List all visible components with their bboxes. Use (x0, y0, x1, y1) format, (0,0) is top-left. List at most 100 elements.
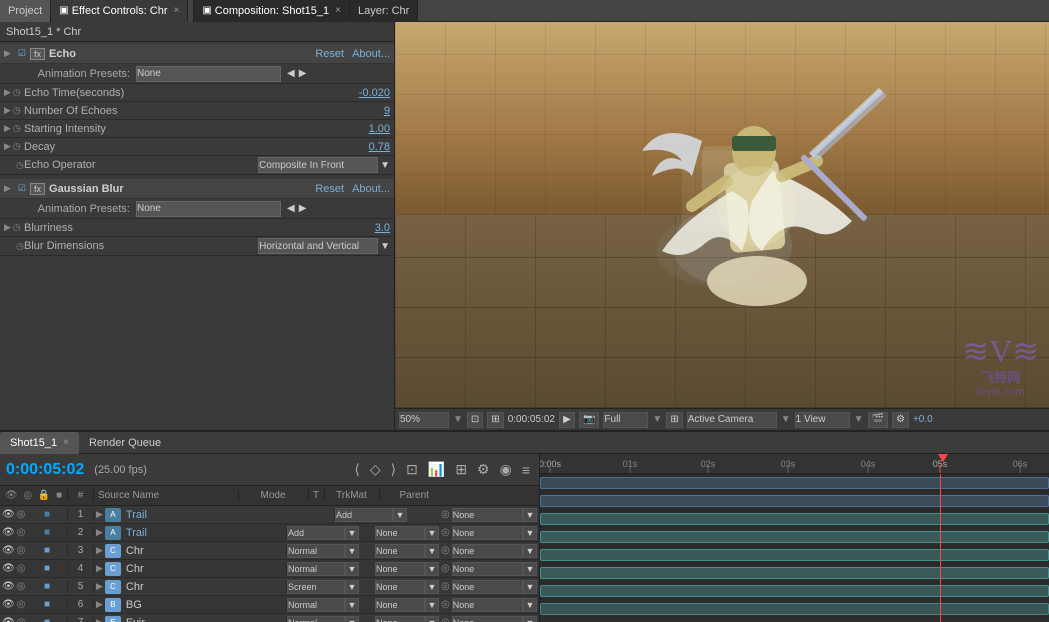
layer-7-eye[interactable]: 👁 (2, 617, 14, 622)
layer-4-parent-btn[interactable]: ▼ (523, 562, 537, 576)
layer-6-solo[interactable]: ◎ (15, 599, 27, 610)
gaussian-anim-presets-select[interactable]: None (136, 201, 281, 217)
blur-dims-select[interactable]: Horizontal and Vertical (258, 238, 378, 254)
layer-2-expand[interactable]: ▶ (96, 527, 103, 538)
layer-1-name[interactable]: Trail (124, 509, 335, 521)
layer-4-solo[interactable]: ◎ (15, 563, 27, 574)
layer-6-parent-link[interactable]: ◎ (441, 599, 450, 610)
comp-camera-select[interactable]: Active Camera (687, 412, 777, 428)
gaussian-anim-prev[interactable]: ◀ (285, 203, 297, 214)
layer-3-trkmat[interactable]: None (375, 544, 425, 558)
layer-5-eye[interactable]: 👁 (2, 581, 14, 592)
gaussian-enable-checkbox[interactable]: ☑ (18, 183, 26, 194)
comp-region-btn[interactable]: ⊞ (487, 412, 503, 428)
layer-7-mode-btn[interactable]: ▼ (345, 616, 359, 622)
echo-decay-stopwatch[interactable]: ◷ (13, 141, 21, 152)
layer-5-label[interactable]: ■ (41, 581, 53, 592)
layer-1-parent-link[interactable]: ◎ (441, 509, 450, 520)
layer-1-eye[interactable]: 👁 (2, 509, 14, 520)
tab-layer[interactable]: Layer: Chr (350, 0, 418, 22)
echo-time-expand[interactable]: ▶ (4, 87, 11, 98)
layer-1-solo[interactable]: ◎ (15, 509, 27, 520)
echo-expand[interactable]: ▶ (4, 48, 11, 59)
layer-5-trkmat-btn[interactable]: ▼ (425, 580, 439, 594)
layer-5-mode[interactable]: Screen (287, 580, 345, 594)
layer-7-mode[interactable]: Normal (287, 616, 345, 622)
layer-3-expand[interactable]: ▶ (96, 545, 103, 556)
layer-4-name[interactable]: Chr (124, 563, 287, 575)
layer-6-parent-btn[interactable]: ▼ (523, 598, 537, 612)
layer-7-solo[interactable]: ◎ (15, 617, 27, 622)
comp-snapshot-btn[interactable]: 📷 (579, 412, 599, 428)
layer-2-parent-select[interactable]: None (452, 526, 523, 540)
layer-4-label[interactable]: ■ (41, 563, 53, 574)
echo-decay-value[interactable]: 0.78 (369, 141, 390, 153)
tab-render-queue[interactable]: Render Queue (79, 432, 171, 454)
echo-decay-expand[interactable]: ▶ (4, 141, 11, 152)
comp-play-btn[interactable]: ▶ (559, 412, 575, 428)
echo-starting-expand[interactable]: ▶ (4, 123, 11, 134)
blurriness-expand[interactable]: ▶ (4, 222, 11, 233)
tab-effect-controls[interactable]: ▣ Effect Controls: Chr × (51, 0, 188, 22)
tab-effect-close[interactable]: × (173, 5, 179, 16)
layer-5-trkmat[interactable]: None (375, 580, 425, 594)
comp-view-select[interactable]: 1 View (795, 412, 850, 428)
gaussian-anim-next[interactable]: ▶ (297, 203, 309, 214)
gaussian-expand[interactable]: ▶ (4, 183, 11, 194)
layer-6-trkmat[interactable]: None (375, 598, 425, 612)
echo-anim-next[interactable]: ▶ (297, 68, 309, 79)
layer-6-trkmat-btn[interactable]: ▼ (425, 598, 439, 612)
echo-anim-prev[interactable]: ◀ (285, 68, 297, 79)
tl-solo-btn[interactable]: ◉ (497, 461, 515, 478)
tab-project[interactable]: Project (0, 0, 51, 22)
layer-2-parent-btn[interactable]: ▼ (523, 526, 537, 540)
echo-reset[interactable]: Reset (315, 48, 344, 60)
layer-6-name[interactable]: BG (124, 599, 287, 611)
layer-5-parent-btn[interactable]: ▼ (523, 580, 537, 594)
echo-time-value[interactable]: -0.020 (359, 87, 390, 99)
layer-7-trkmat[interactable]: None (375, 616, 425, 622)
layer-1-parent-select[interactable]: None (452, 508, 523, 522)
layer-3-mode[interactable]: Normal (287, 544, 345, 558)
layer-1-mode[interactable]: Add (335, 508, 393, 522)
layer-3-parent-link[interactable]: ◎ (441, 545, 450, 556)
layer-4-mode-btn[interactable]: ▼ (345, 562, 359, 576)
layer-2-mode[interactable]: Add (287, 526, 345, 540)
layer-3-solo[interactable]: ◎ (15, 545, 27, 556)
layer-2-eye[interactable]: 👁 (2, 527, 14, 538)
layer-3-parent-select[interactable]: None (452, 544, 523, 558)
layer-1-mode-btn[interactable]: ▼ (393, 508, 407, 522)
comp-zoom-select[interactable]: 50% (399, 412, 449, 428)
blur-dims-stopwatch[interactable]: ◷ (16, 241, 24, 252)
comp-grid-btn[interactable]: ⊞ (666, 412, 682, 428)
tl-set-keyframe[interactable]: ◇ (367, 461, 384, 478)
tab-shot15[interactable]: Shot15_1 × (0, 432, 79, 454)
layer-5-expand[interactable]: ▶ (96, 581, 103, 592)
echo-num-expand[interactable]: ▶ (4, 105, 11, 116)
gaussian-about[interactable]: About... (352, 183, 390, 195)
layer-6-mode[interactable]: Normal (287, 598, 345, 612)
layer-5-parent-select[interactable]: None (452, 580, 523, 594)
tab-composition[interactable]: ▣ Composition: Shot15_1 × (194, 0, 350, 22)
tab-shot15-close[interactable]: × (63, 437, 69, 448)
layer-2-solo[interactable]: ◎ (15, 527, 27, 538)
tl-options-btn[interactable]: ⚙ (474, 461, 493, 478)
layer-7-expand[interactable]: ▶ (96, 617, 103, 622)
layer-2-label[interactable]: ■ (41, 527, 53, 538)
layer-4-eye[interactable]: 👁 (2, 563, 14, 574)
layer-7-parent-link[interactable]: ◎ (441, 617, 450, 622)
layer-6-eye[interactable]: 👁 (2, 599, 14, 610)
comp-quality-select[interactable]: Full (603, 412, 648, 428)
layer-4-parent-select[interactable]: None (452, 562, 523, 576)
tl-graph-btn[interactable]: 📊 (425, 461, 448, 478)
layer-1-label[interactable]: ■ (41, 509, 53, 520)
layer-2-mode-btn[interactable]: ▼ (345, 526, 359, 540)
layer-4-trkmat[interactable]: None (375, 562, 425, 576)
comp-render-btn[interactable]: 🎬 (868, 412, 888, 428)
blurriness-value[interactable]: 3.0 (375, 222, 390, 234)
tl-keyframe-nav-prev[interactable]: ⟨ (351, 461, 362, 478)
layer-3-mode-btn[interactable]: ▼ (345, 544, 359, 558)
layer-2-parent-link[interactable]: ◎ (441, 527, 450, 538)
echo-num-value[interactable]: 9 (384, 105, 390, 117)
layer-3-trkmat-btn[interactable]: ▼ (425, 544, 439, 558)
